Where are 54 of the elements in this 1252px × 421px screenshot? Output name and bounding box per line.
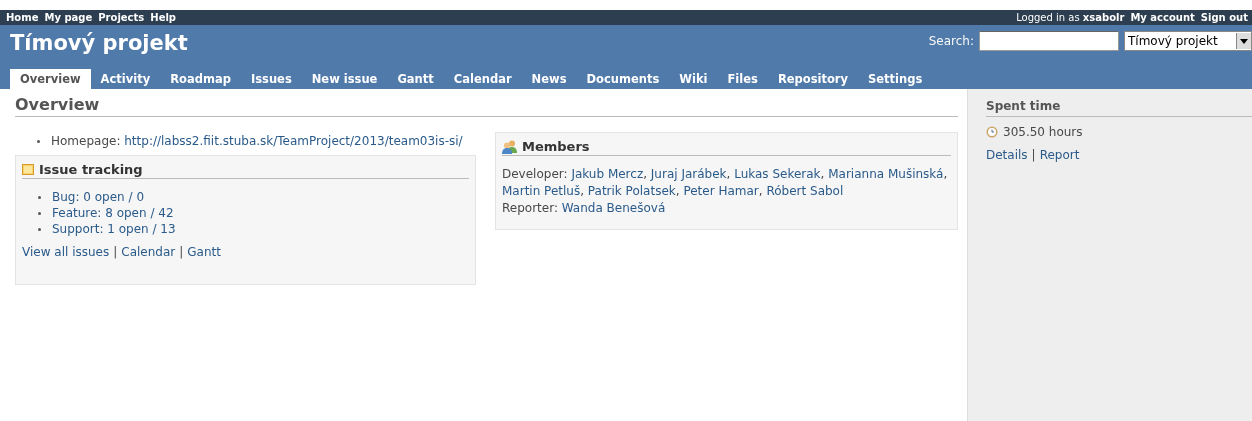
tracker-link[interactable]: Bug: 0 open / 0 — [52, 190, 144, 204]
link-separator: | — [113, 245, 118, 259]
menu-tab[interactable]: Gantt — [387, 69, 444, 89]
member-link[interactable]: Lukas Sekerak — [734, 167, 821, 181]
tracker-link[interactable]: Feature: 8 open / 42 — [52, 206, 174, 220]
top-menu-link[interactable]: Help — [150, 12, 177, 23]
logged-in-text: Logged in as xsabolr — [1016, 12, 1125, 23]
member-link[interactable]: Róbert Sabol — [766, 184, 844, 198]
folder-icon — [22, 164, 34, 175]
project-select[interactable]: Tímový projekt — [1124, 31, 1252, 51]
project-title: Tímový projekt — [10, 31, 188, 55]
users-icon — [502, 139, 517, 154]
clock-icon — [986, 126, 998, 138]
menu-tab[interactable]: News — [521, 69, 577, 89]
issues-link[interactable]: View all issues — [22, 245, 110, 259]
page-title: Overview — [15, 95, 958, 117]
search-label: Search: — [928, 34, 974, 48]
member-link[interactable]: Juraj Jarábek — [650, 167, 727, 181]
menu-tab[interactable]: Calendar — [443, 69, 522, 89]
sidebar-heading: Spent time — [986, 99, 1252, 117]
menu-tab[interactable]: Activity — [90, 69, 161, 89]
spent-hours: 305.50 hours — [1003, 125, 1083, 139]
top-menu-link[interactable]: My page — [44, 12, 93, 23]
caret-icon — [1240, 38, 1248, 44]
tracker-link[interactable]: Support: 1 open / 13 — [52, 222, 176, 236]
sidebar-link[interactable]: Report — [1039, 148, 1080, 162]
issues-link[interactable]: Calendar — [121, 245, 176, 259]
top-menu-link[interactable]: Home — [6, 12, 39, 23]
menu-tab[interactable]: Settings — [858, 69, 933, 89]
menu-tab[interactable]: Roadmap — [160, 69, 241, 89]
top-menu-link[interactable]: Sign out — [1200, 12, 1248, 23]
member-role-line: Reporter: Wanda Benešová — [502, 200, 667, 217]
member-link[interactable]: Wanda Benešová — [561, 201, 666, 215]
top-menu-link[interactable]: My account — [1130, 12, 1195, 23]
menu-tab[interactable]: Files — [717, 69, 768, 89]
panel-title: Members — [522, 139, 590, 154]
member-role-line: Developer: Jakub Mercz, Juraj Jarábek, Lukas Sekerak, Marianna Mušinská, Martin Petluš, Patrik Polatsek, Peter Hamar, Róbert Sabol — [502, 166, 949, 200]
search-field[interactable] — [979, 31, 1119, 51]
menu-tab[interactable]: Issues — [240, 69, 302, 89]
menu-tab[interactable]: Wiki — [669, 69, 718, 89]
top-menu-link[interactable]: Projects — [98, 12, 145, 23]
member-link[interactable]: Peter Hamar — [683, 184, 759, 198]
member-link[interactable]: Patrik Polatsek — [587, 184, 676, 198]
menu-tab[interactable]: Documents — [576, 69, 670, 89]
panel-title: Issue tracking — [39, 162, 143, 177]
homepage-link[interactable]: http://labss2.fiit.stuba.sk/TeamProject/2013/team03is-si/ — [124, 134, 463, 148]
sidebar-link[interactable]: Details — [986, 148, 1028, 162]
menu-tab[interactable]: Overview — [10, 69, 91, 89]
link-separator: | — [1031, 148, 1036, 162]
homepage-text: Homepage: http://labss2.fiit.stuba.sk/TeamProject/2013/team03is-si/ — [51, 134, 463, 148]
menu-tab[interactable]: Repository — [767, 69, 859, 89]
menu-tab[interactable]: New issue — [301, 69, 388, 89]
issues-link[interactable]: Gantt — [187, 245, 221, 259]
link-separator: | — [179, 245, 184, 259]
